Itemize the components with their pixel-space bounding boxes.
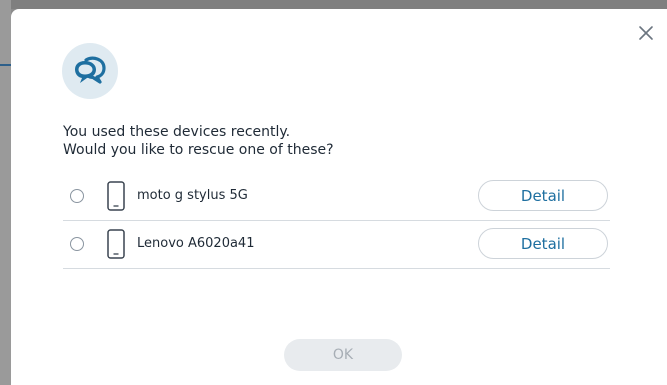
device-row[interactable]: moto g stylus 5G Detail: [63, 174, 610, 221]
phone-icon: [107, 229, 125, 259]
message-line-1: You used these devices recently.: [63, 124, 291, 140]
device-row[interactable]: Lenovo A6020a41 Detail: [63, 222, 610, 269]
phone-icon: [107, 181, 125, 211]
chat-bubbles-icon: [75, 56, 106, 84]
backdrop-accent-mark: [0, 64, 11, 66]
detail-button[interactable]: Detail: [478, 228, 608, 259]
chat-bubbles-icon-badge: [62, 43, 118, 99]
dialog-message: You used these devices recently. Would y…: [63, 123, 623, 159]
detail-button[interactable]: Detail: [478, 180, 608, 211]
ok-button[interactable]: OK: [284, 339, 402, 371]
device-radio[interactable]: [70, 189, 84, 203]
rescue-device-dialog: You used these devices recently. Would y…: [11, 9, 667, 385]
backdrop-top-edge: [0, 0, 667, 9]
close-button[interactable]: [637, 24, 655, 42]
device-radio[interactable]: [70, 237, 84, 251]
device-list: moto g stylus 5G Detail Lenovo A6020a41 …: [63, 174, 610, 269]
message-line-2: Would you like to rescue one of these?: [63, 142, 334, 158]
close-icon[interactable]: [637, 24, 655, 42]
device-name: moto g stylus 5G: [137, 188, 248, 203]
backdrop-left-edge: [0, 0, 11, 385]
device-name: Lenovo A6020a41: [137, 236, 255, 251]
